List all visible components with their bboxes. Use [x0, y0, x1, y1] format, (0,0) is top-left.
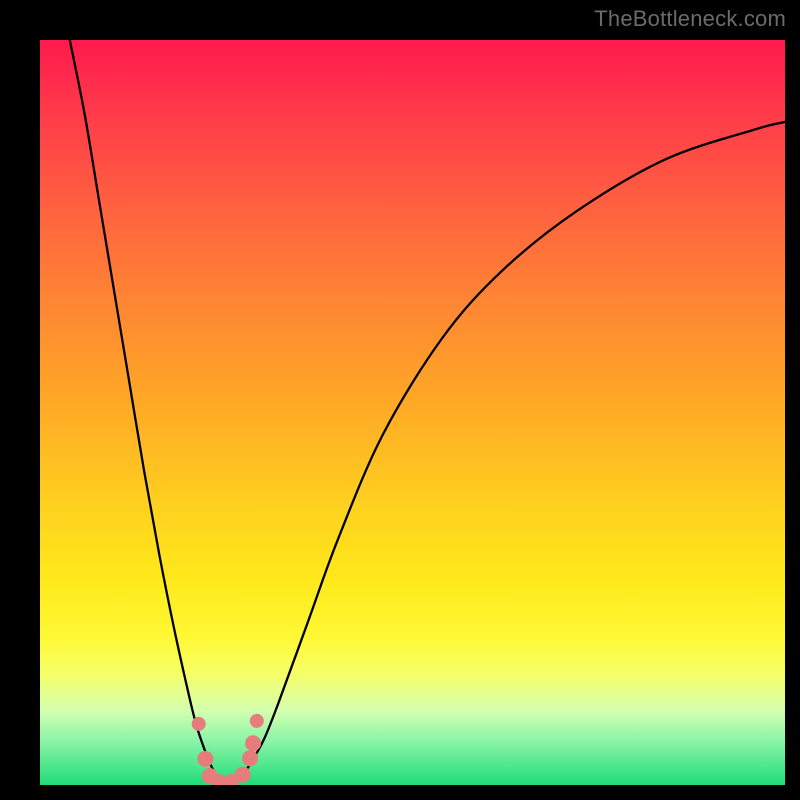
- watermark-text: TheBottleneck.com: [594, 6, 786, 32]
- plot-area: [40, 40, 785, 785]
- chart-frame: TheBottleneck.com: [0, 0, 800, 800]
